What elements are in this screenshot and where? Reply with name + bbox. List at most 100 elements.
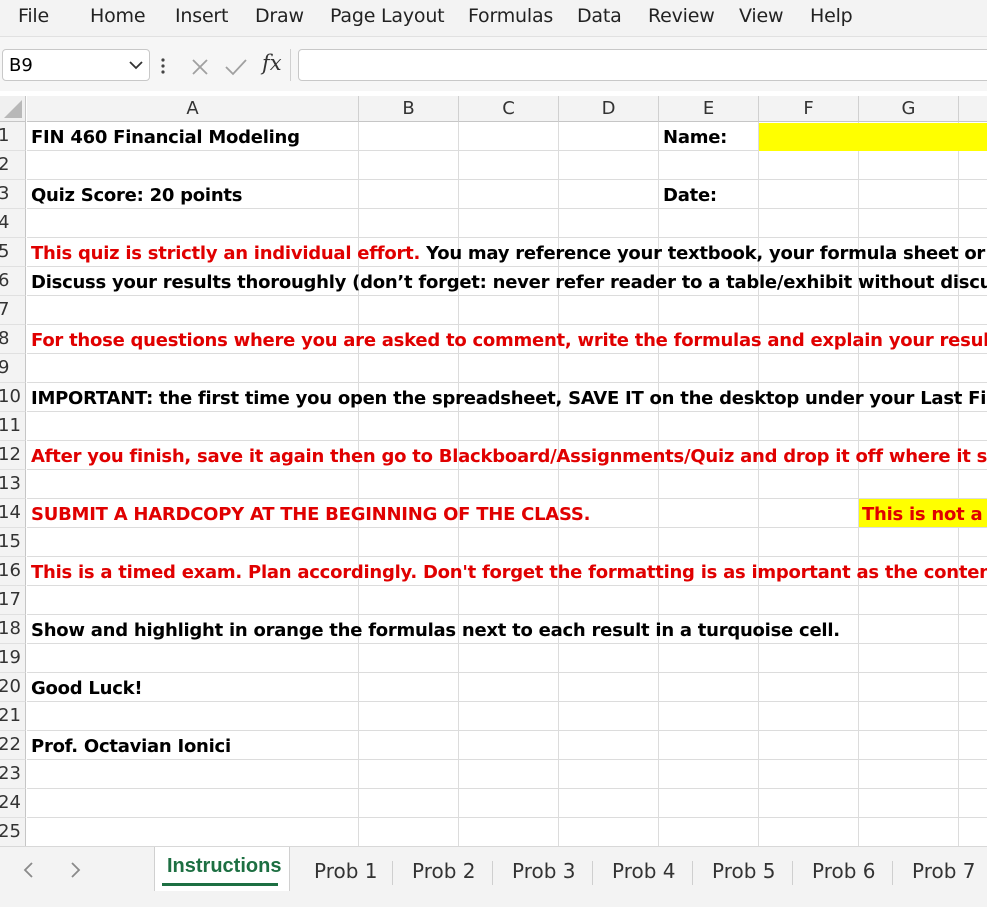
column-header-g[interactable]: G <box>859 96 959 122</box>
row-header-21[interactable]: 21 <box>0 702 26 731</box>
menu-page-layout[interactable]: Page Layout <box>330 5 445 27</box>
gridline <box>27 788 987 789</box>
row-header-1[interactable]: 1 <box>0 122 26 151</box>
cell-a8[interactable]: For those questions where you are asked … <box>31 330 987 351</box>
gridline <box>658 122 659 846</box>
cell-a18[interactable]: Show and highlight in orange the formula… <box>31 620 840 641</box>
tab-prob-6[interactable]: Prob 6 <box>812 859 876 883</box>
cell-e1[interactable]: Name: <box>663 127 727 148</box>
menu-draw[interactable]: Draw <box>255 5 304 27</box>
menu-file[interactable]: File <box>18 5 49 27</box>
tab-separator <box>892 861 893 885</box>
cell-a3[interactable]: Quiz Score: 20 points <box>31 185 242 206</box>
cell-a12[interactable]: After you finish, save it again then go … <box>31 446 987 467</box>
gridline <box>27 701 987 702</box>
column-header-h[interactable] <box>959 96 987 122</box>
menu-view[interactable]: View <box>739 5 783 27</box>
chevron-right-icon[interactable] <box>68 861 82 884</box>
select-all-corner[interactable] <box>0 96 26 122</box>
cell-a14[interactable]: SUBMIT A HARDCOPY AT THE BEGINNING OF TH… <box>31 504 590 525</box>
menu-review[interactable]: Review <box>648 5 715 27</box>
row-header-9[interactable]: 9 <box>0 354 26 383</box>
row-header-23[interactable]: 23 <box>0 760 26 789</box>
row-header-22[interactable]: 22 <box>0 731 26 760</box>
cell-a22[interactable]: Prof. Octavian Ionici <box>31 736 231 757</box>
gridline <box>27 614 987 615</box>
menu-formulas[interactable]: Formulas <box>468 5 553 27</box>
gridline <box>27 672 987 673</box>
ribbon-menu-bar: File Home Insert Draw Page Layout Formul… <box>0 0 987 37</box>
row-header-11[interactable]: 11 <box>0 412 26 441</box>
row-header-25[interactable]: 25 <box>0 818 26 846</box>
name-box[interactable]: B9 <box>2 49 150 81</box>
row-header-24[interactable]: 24 <box>0 789 26 818</box>
tab-prob-4[interactable]: Prob 4 <box>612 859 676 883</box>
tab-prob-2[interactable]: Prob 2 <box>412 859 476 883</box>
row-header-17[interactable]: 17 <box>0 586 26 615</box>
active-tab-indicator <box>162 883 278 886</box>
menu-help[interactable]: Help <box>810 5 853 27</box>
gridline <box>958 122 959 846</box>
menu-insert[interactable]: Insert <box>175 5 228 27</box>
worksheet-grid[interactable]: A B C D E F G 1 2 3 4 5 6 7 8 9 10 11 12 13 14 15 16 17 1… <box>0 96 987 846</box>
menu-data[interactable]: Data <box>577 5 622 27</box>
column-header-a[interactable]: A <box>27 96 359 122</box>
cell-a10[interactable]: IMPORTANT: the first time you open the s… <box>31 388 987 409</box>
tab-separator <box>392 861 393 885</box>
enter-check-icon[interactable] <box>224 57 248 82</box>
row-header-13[interactable]: 13 <box>0 470 26 499</box>
row-header-18[interactable]: 18 <box>0 615 26 644</box>
tab-separator <box>592 861 593 885</box>
formula-bar: B9 fx <box>0 37 987 91</box>
insert-function-icon[interactable]: fx <box>262 51 282 75</box>
gridline <box>758 122 759 846</box>
column-header-c[interactable]: C <box>459 96 559 122</box>
cancel-icon[interactable] <box>190 57 210 82</box>
cell-a6[interactable]: Discuss your results thoroughly (don’t f… <box>31 272 987 293</box>
row-header-3[interactable]: 3 <box>0 180 26 209</box>
chevron-left-icon[interactable] <box>22 861 36 884</box>
formula-input[interactable] <box>298 49 987 81</box>
row-header-16[interactable]: 16 <box>0 557 26 586</box>
gridline <box>27 469 987 470</box>
tab-instructions-label: Instructions <box>167 855 282 877</box>
column-header-b[interactable]: B <box>359 96 459 122</box>
tab-prob-3[interactable]: Prob 3 <box>512 859 576 883</box>
cell-a16[interactable]: This is a timed exam. Plan accordingly. … <box>31 562 987 583</box>
tab-prob-1[interactable]: Prob 1 <box>314 859 378 883</box>
column-header-d[interactable]: D <box>559 96 659 122</box>
row-header-5[interactable]: 5 <box>0 238 26 267</box>
menu-home[interactable]: Home <box>90 5 146 27</box>
gridline <box>27 643 987 644</box>
row-header-4[interactable]: 4 <box>0 209 26 238</box>
gridline <box>27 498 987 499</box>
more-options-icon[interactable] <box>160 57 166 80</box>
gridline <box>27 295 987 296</box>
cell-e3[interactable]: Date: <box>663 185 717 206</box>
row-header-12[interactable]: 12 <box>0 441 26 470</box>
row-header-19[interactable]: 19 <box>0 644 26 673</box>
row-header-2[interactable]: 2 <box>0 151 26 180</box>
tab-prob-7[interactable]: Prob 7 <box>912 859 976 883</box>
column-header-e[interactable]: E <box>659 96 759 122</box>
tab-separator <box>492 861 493 885</box>
row-header-10[interactable]: 10 <box>0 383 26 412</box>
chevron-down-icon[interactable] <box>127 56 145 79</box>
row-header-14[interactable]: 14 <box>0 499 26 528</box>
cell-g14[interactable]: This is not a g <box>862 504 987 525</box>
row-header-6[interactable]: 6 <box>0 267 26 296</box>
cell-a1[interactable]: FIN 460 Financial Modeling <box>31 127 300 148</box>
gridline <box>27 266 987 267</box>
tab-prob-5[interactable]: Prob 5 <box>712 859 776 883</box>
name-input-cell[interactable] <box>759 123 987 151</box>
gridline <box>858 122 859 846</box>
row-header-15[interactable]: 15 <box>0 528 26 557</box>
gridline <box>27 585 987 586</box>
row-header-8[interactable]: 8 <box>0 325 26 354</box>
cell-a5[interactable]: This quiz is strictly an individual effo… <box>31 243 987 264</box>
column-header-f[interactable]: F <box>759 96 859 122</box>
row-header-20[interactable]: 20 <box>0 673 26 702</box>
gridline <box>27 179 987 180</box>
row-header-7[interactable]: 7 <box>0 296 26 325</box>
cell-a20[interactable]: Good Luck! <box>31 678 143 699</box>
